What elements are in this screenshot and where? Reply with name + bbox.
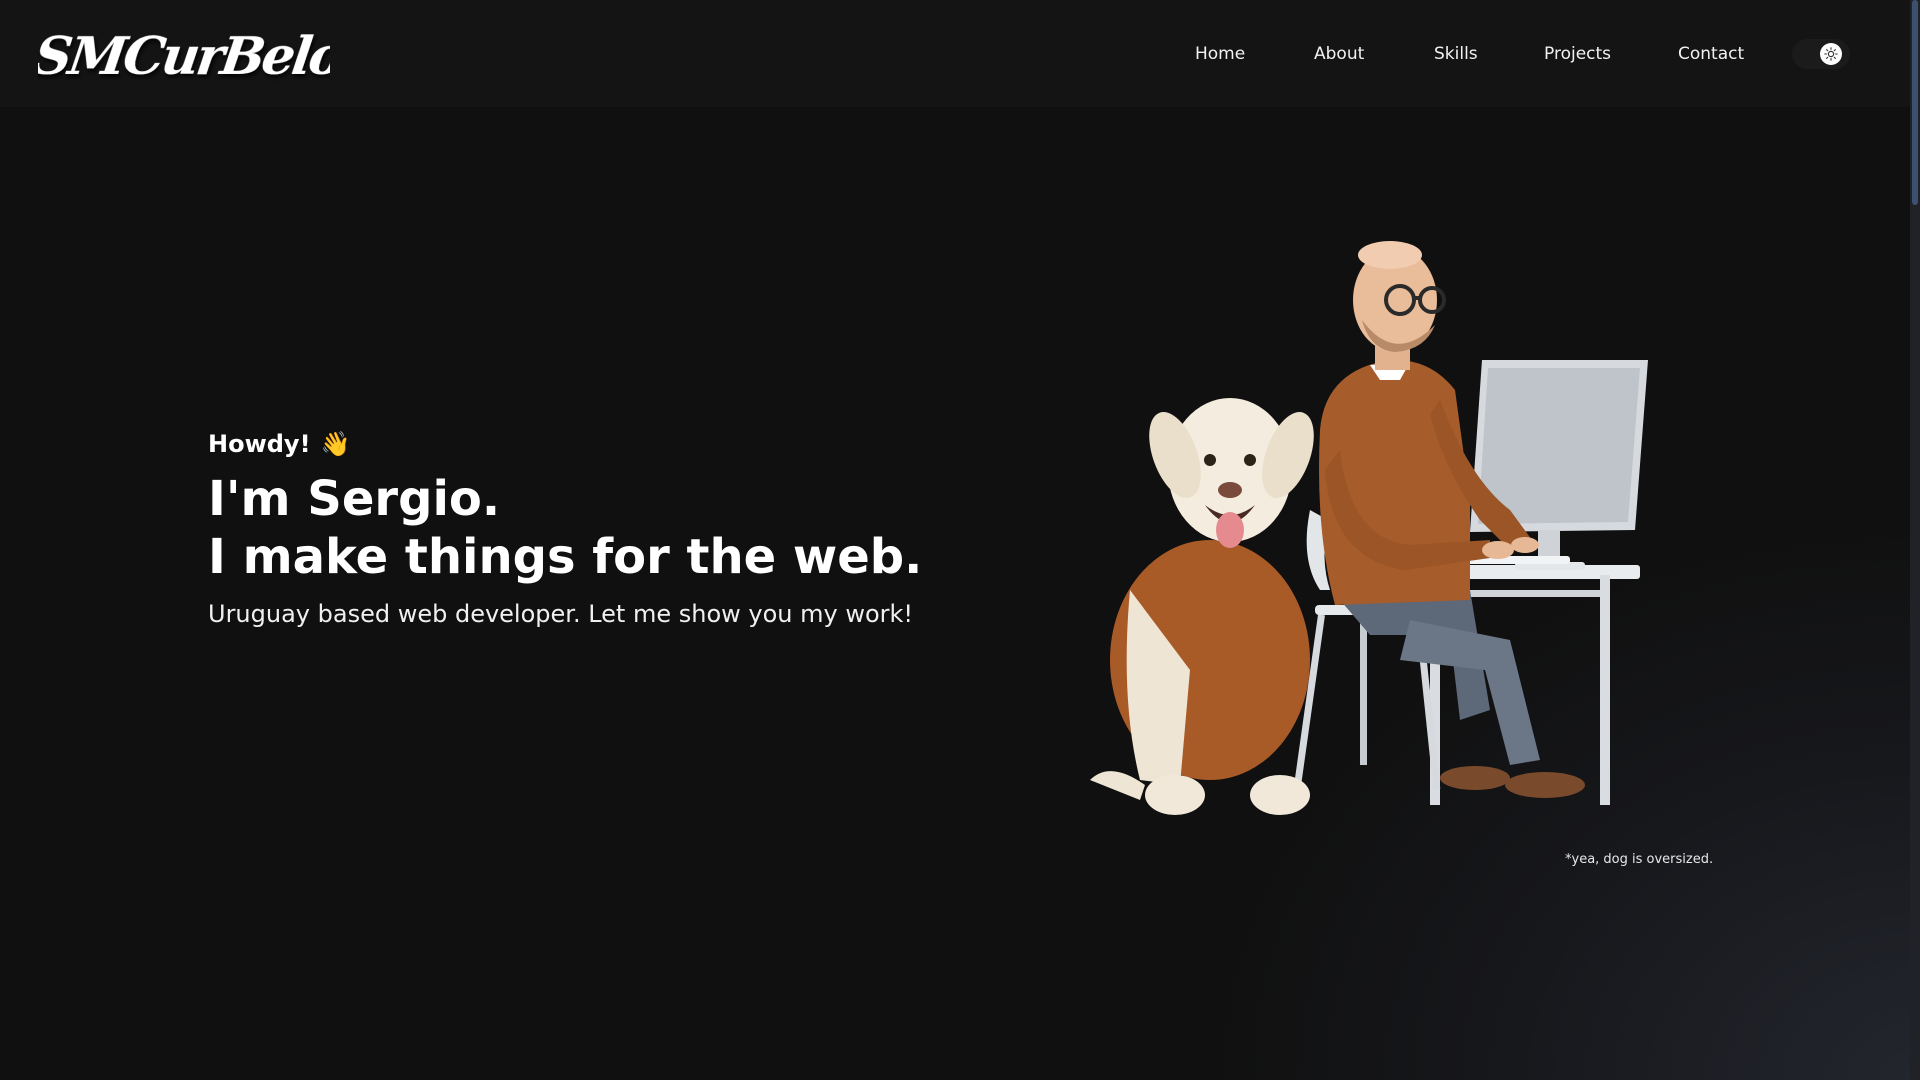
- nav-link-contact[interactable]: Contact: [1678, 44, 1744, 64]
- hero-section: Howdy! 👋 I'm Sergio. I make things for t…: [208, 430, 922, 628]
- theme-toggle[interactable]: [1792, 39, 1850, 69]
- waving-hand-icon: 👋: [320, 430, 351, 458]
- site-header: SMCurBelo/> Home About Skills Projects C…: [0, 0, 1910, 107]
- toggle-knob: [1820, 43, 1842, 65]
- sun-icon: [1824, 47, 1838, 61]
- scrollbar-thumb[interactable]: [1912, 0, 1918, 205]
- headline-line-1: I'm Sergio.: [208, 471, 501, 527]
- svg-text:SMCurBelo/>: SMCurBelo/>: [38, 26, 330, 87]
- site-logo[interactable]: SMCurBelo/>: [38, 18, 330, 90]
- nav-link-projects[interactable]: Projects: [1544, 44, 1611, 64]
- greeting-text: Howdy!: [208, 430, 311, 458]
- nav-link-home[interactable]: Home: [1195, 44, 1245, 64]
- hero-headline: I'm Sergio. I make things for the web.: [208, 470, 922, 586]
- page-scrollbar[interactable]: [1910, 0, 1920, 1080]
- dog-figure: [1090, 398, 1314, 815]
- monitor-shape: [1470, 360, 1648, 570]
- nav-link-skills[interactable]: Skills: [1434, 44, 1478, 64]
- hero-subline: Uruguay based web developer. Let me show…: [208, 600, 914, 628]
- developer-with-dog-illustration: [1090, 241, 1648, 815]
- image-caption: *yea, dog is oversized.: [1565, 852, 1714, 867]
- nav-link-about[interactable]: About: [1314, 44, 1364, 64]
- hero-greeting: Howdy! 👋: [208, 430, 922, 458]
- headline-line-2: I make things for the web.: [208, 529, 923, 585]
